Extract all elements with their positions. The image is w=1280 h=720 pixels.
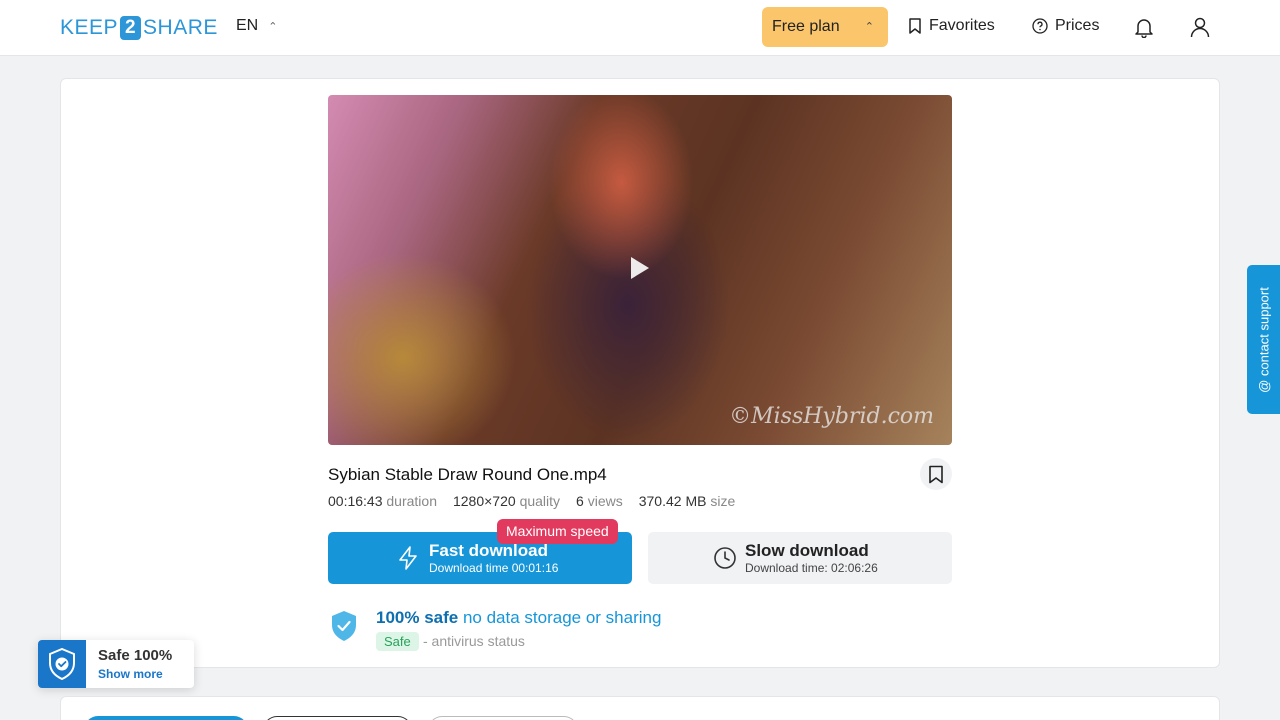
prices-label: Prices — [1055, 17, 1100, 34]
lower-tab-3[interactable] — [428, 716, 578, 720]
fast-download-title: Fast download — [429, 541, 548, 560]
logo-text-2: 2 — [120, 16, 142, 40]
fast-download-time: Download time 00:01:16 — [429, 561, 559, 575]
safety-title-rest: no data storage or sharing — [462, 608, 662, 627]
file-meta: 00:16:43 duration 1280×720 quality 6 vie… — [328, 493, 735, 509]
file-name: Sybian Stable Draw Round One.mp4 — [328, 465, 607, 484]
slow-download-button[interactable]: Slow download Download time: 02:06:26 — [648, 532, 952, 584]
clock-icon — [714, 547, 736, 569]
antivirus-status-label: - antivirus status — [423, 633, 525, 649]
safe-widget-badge — [38, 640, 86, 688]
logo-text-keep: KEEP — [60, 16, 119, 39]
quality-info: 1280×720 quality — [453, 493, 560, 509]
free-plan-label: Free plan — [772, 18, 840, 35]
shield-check-icon — [332, 611, 356, 641]
safety-title-bold: 100% safe — [376, 608, 459, 627]
views-value: 6 — [576, 493, 584, 509]
language-selector[interactable]: EN ⌃ — [236, 17, 277, 35]
lower-tab-2[interactable] — [263, 716, 412, 720]
top-header: KEEP 2 SHARE EN ⌃ Free plan ⌃ Favorites … — [0, 0, 1280, 56]
question-circle-icon — [1032, 18, 1048, 34]
views-label: views — [587, 493, 623, 509]
logo-text-share: SHARE — [143, 16, 218, 39]
slow-download-time: Download time: 02:06:26 — [745, 561, 878, 575]
maximum-speed-badge: Maximum speed — [497, 519, 618, 544]
shield-check-icon — [49, 648, 75, 680]
safe-widget-title: Safe 100% — [98, 647, 173, 664]
chevron-up-icon: ⌃ — [268, 20, 278, 33]
safe-widget[interactable]: Safe 100% Show more — [38, 640, 194, 688]
safety-title: 100% safe no data storage or sharing — [376, 608, 661, 628]
video-watermark: ©MissHybrid.com — [729, 404, 934, 429]
quality-value: 1280×720 — [452, 493, 516, 509]
quality-label: quality — [519, 493, 561, 509]
size-value: 370.42 MB — [638, 493, 707, 509]
bell-icon[interactable] — [1133, 16, 1155, 38]
size-label: size — [710, 493, 736, 509]
antivirus-safe-badge: Safe — [376, 632, 419, 651]
duration-label: duration — [386, 493, 437, 509]
keep2share-logo[interactable]: KEEP 2 SHARE — [60, 15, 218, 41]
video-preview[interactable]: ©MissHybrid.com — [328, 95, 952, 445]
bookmark-icon — [929, 465, 943, 483]
favorites-label: Favorites — [929, 17, 995, 34]
slow-download-title: Slow download — [745, 541, 869, 560]
chevron-up-icon: ⌃ — [864, 21, 874, 33]
lower-tab-active[interactable] — [84, 716, 248, 720]
user-icon[interactable] — [1189, 16, 1211, 38]
contact-support-tab[interactable]: @ contact support — [1247, 265, 1280, 414]
prices-link[interactable]: Prices — [1032, 17, 1099, 35]
play-icon[interactable] — [631, 257, 649, 279]
language-label: EN — [236, 17, 259, 34]
show-more-link[interactable]: Show more — [98, 667, 163, 681]
favorites-link[interactable]: Favorites — [908, 17, 995, 35]
bookmark-icon — [909, 18, 921, 34]
contact-support-label: @ contact support — [1256, 286, 1271, 393]
free-plan-button[interactable]: Free plan ⌃ — [762, 7, 888, 47]
add-favorite-button[interactable] — [920, 458, 952, 490]
views-info: 6 views — [576, 493, 623, 509]
size-info: 370.42 MB size — [639, 493, 736, 509]
lightning-icon — [399, 546, 417, 570]
duration-info: 00:16:43 duration — [328, 493, 437, 509]
duration-value: 00:16:43 — [328, 493, 383, 509]
